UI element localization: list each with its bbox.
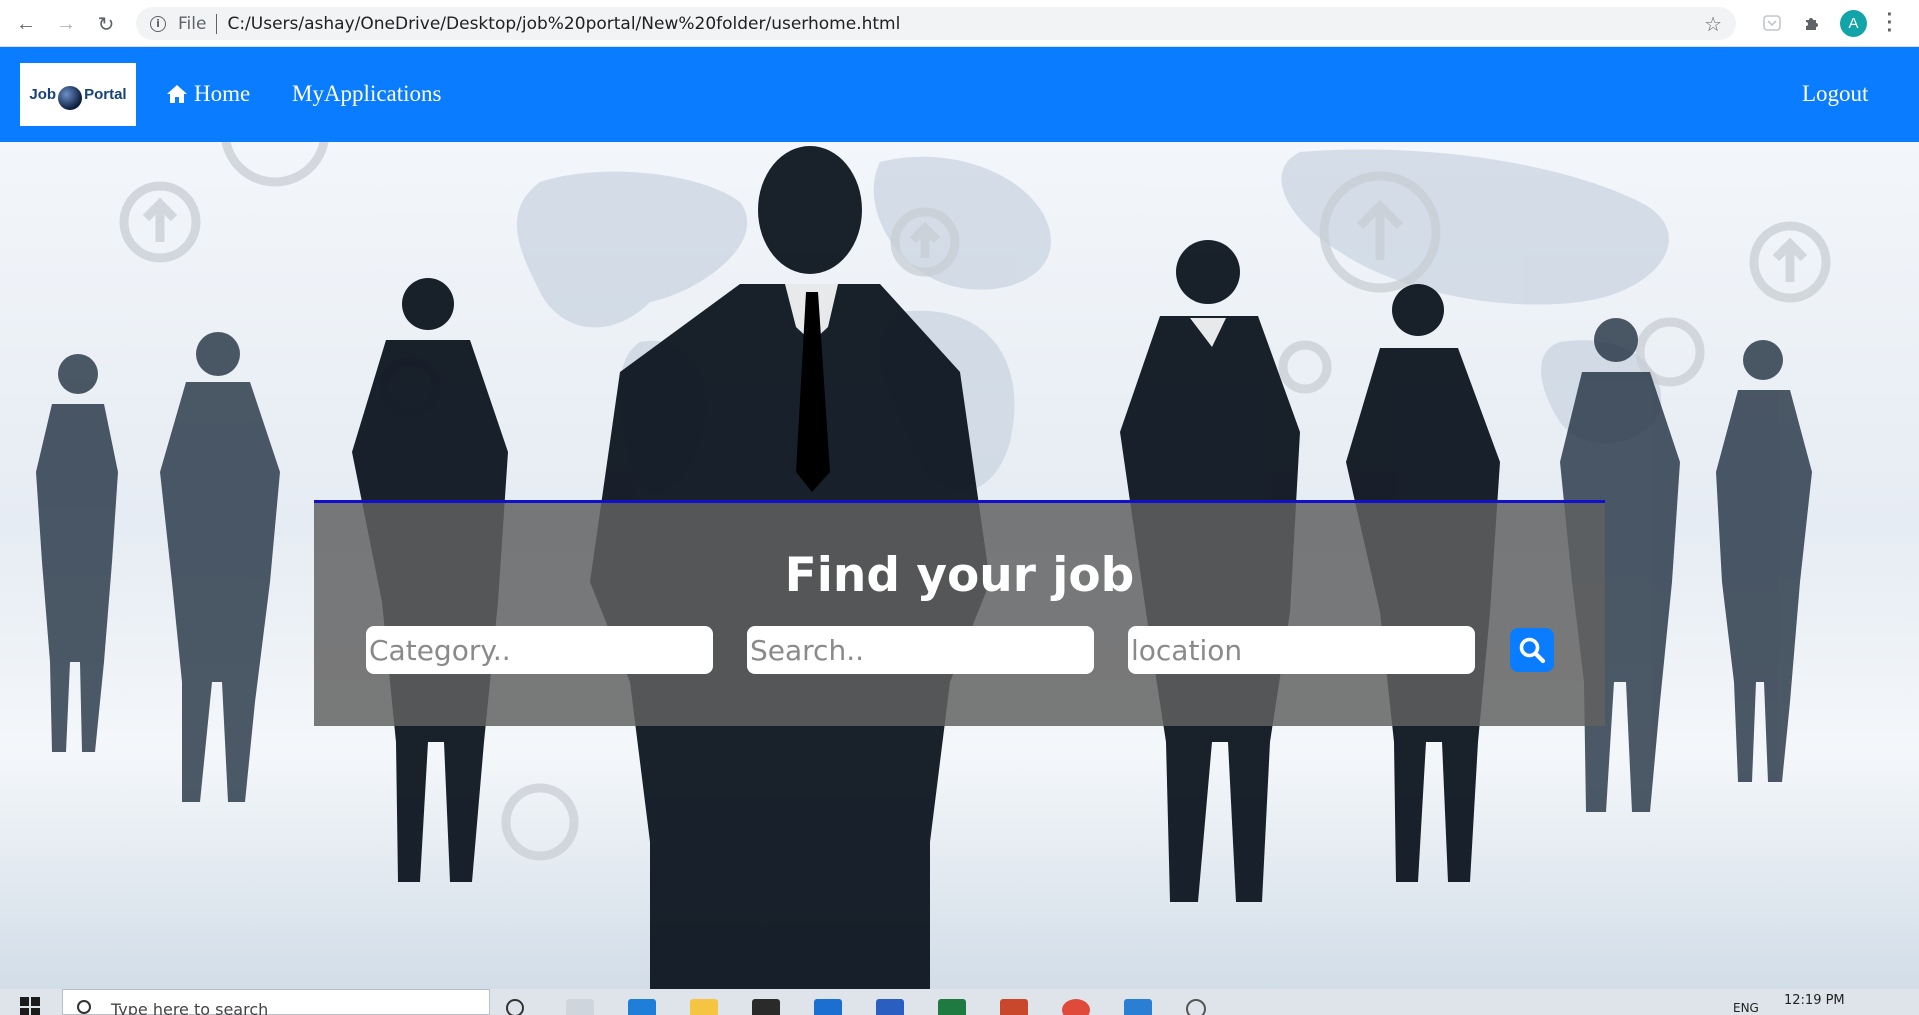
search-icon <box>1519 637 1546 664</box>
taskbar-search-box[interactable]: Type here to search <box>62 989 490 1015</box>
task-view-icon[interactable] <box>566 999 594 1015</box>
taskbar-search-icon <box>77 1000 91 1014</box>
windows-taskbar: Type here to search ENG 12:19 PM <box>0 989 1919 1015</box>
word-icon[interactable] <box>876 999 904 1015</box>
back-arrow-icon[interactable]: ← <box>12 10 40 38</box>
job-portal-logo[interactable]: Job Portal <box>20 63 136 126</box>
pocket-extension-icon[interactable] <box>1761 12 1783 34</box>
forward-arrow-icon[interactable]: → <box>52 10 80 38</box>
bookmark-star-icon[interactable]: ☆ <box>1704 12 1722 37</box>
search-panel: Find your job <box>314 500 1605 726</box>
nav-logout-link[interactable]: Logout <box>1802 81 1868 107</box>
nav-logout-label: Logout <box>1802 81 1869 106</box>
address-separator <box>216 13 218 34</box>
search-button[interactable] <box>1510 628 1554 672</box>
location-input[interactable] <box>1128 626 1475 674</box>
file-scheme-label: File <box>178 13 207 34</box>
cortana-icon[interactable] <box>506 999 524 1015</box>
windows-start-icon[interactable] <box>20 997 40 1015</box>
reload-icon[interactable]: ↻ <box>92 10 120 38</box>
chrome-icon[interactable] <box>1062 999 1090 1015</box>
address-bar[interactable]: i File C:/Users/ashay/OneDrive/Desktop/j… <box>136 7 1736 40</box>
tray-clock[interactable]: 12:19 PM <box>1784 993 1845 1008</box>
category-input[interactable] <box>366 626 713 674</box>
browser-menu-icon[interactable]: · · · <box>1886 5 1894 41</box>
edge-browser-icon[interactable] <box>628 999 656 1015</box>
nav-home-link[interactable]: Home <box>166 81 250 107</box>
nav-home-label: Home <box>194 81 251 106</box>
mail-icon[interactable] <box>814 999 842 1015</box>
info-icon[interactable]: i <box>150 15 166 32</box>
url-text[interactable]: C:/Users/ashay/OneDrive/Desktop/job%20po… <box>227 14 900 34</box>
browser-toolbar: ← → ↻ i File C:/Users/ashay/OneDrive/Des… <box>0 0 1919 47</box>
logo-text-right: Portal <box>84 86 127 103</box>
vscode-icon[interactable] <box>1124 999 1152 1015</box>
home-icon <box>167 85 187 103</box>
nav-my-applications-label: MyApplications <box>292 81 442 106</box>
tray-language[interactable]: ENG <box>1733 1001 1759 1015</box>
search-input[interactable] <box>747 626 1094 674</box>
taskbar-search-placeholder: Type here to search <box>111 1000 269 1015</box>
excel-icon[interactable] <box>938 999 966 1015</box>
site-navbar: Job Portal Home MyApplications Logout <box>0 47 1919 142</box>
profile-avatar[interactable]: A <box>1840 10 1867 37</box>
file-explorer-icon[interactable] <box>690 999 718 1015</box>
globe-icon <box>58 85 83 110</box>
powerpoint-icon[interactable] <box>1000 999 1028 1015</box>
clock-app-icon[interactable] <box>1186 999 1206 1015</box>
search-panel-title: Find your job <box>784 548 1135 603</box>
extensions-puzzle-icon[interactable] <box>1801 12 1823 34</box>
logo-text-left: Job <box>29 86 57 103</box>
nav-my-applications-link[interactable]: MyApplications <box>292 81 442 107</box>
store-icon[interactable] <box>752 999 780 1015</box>
